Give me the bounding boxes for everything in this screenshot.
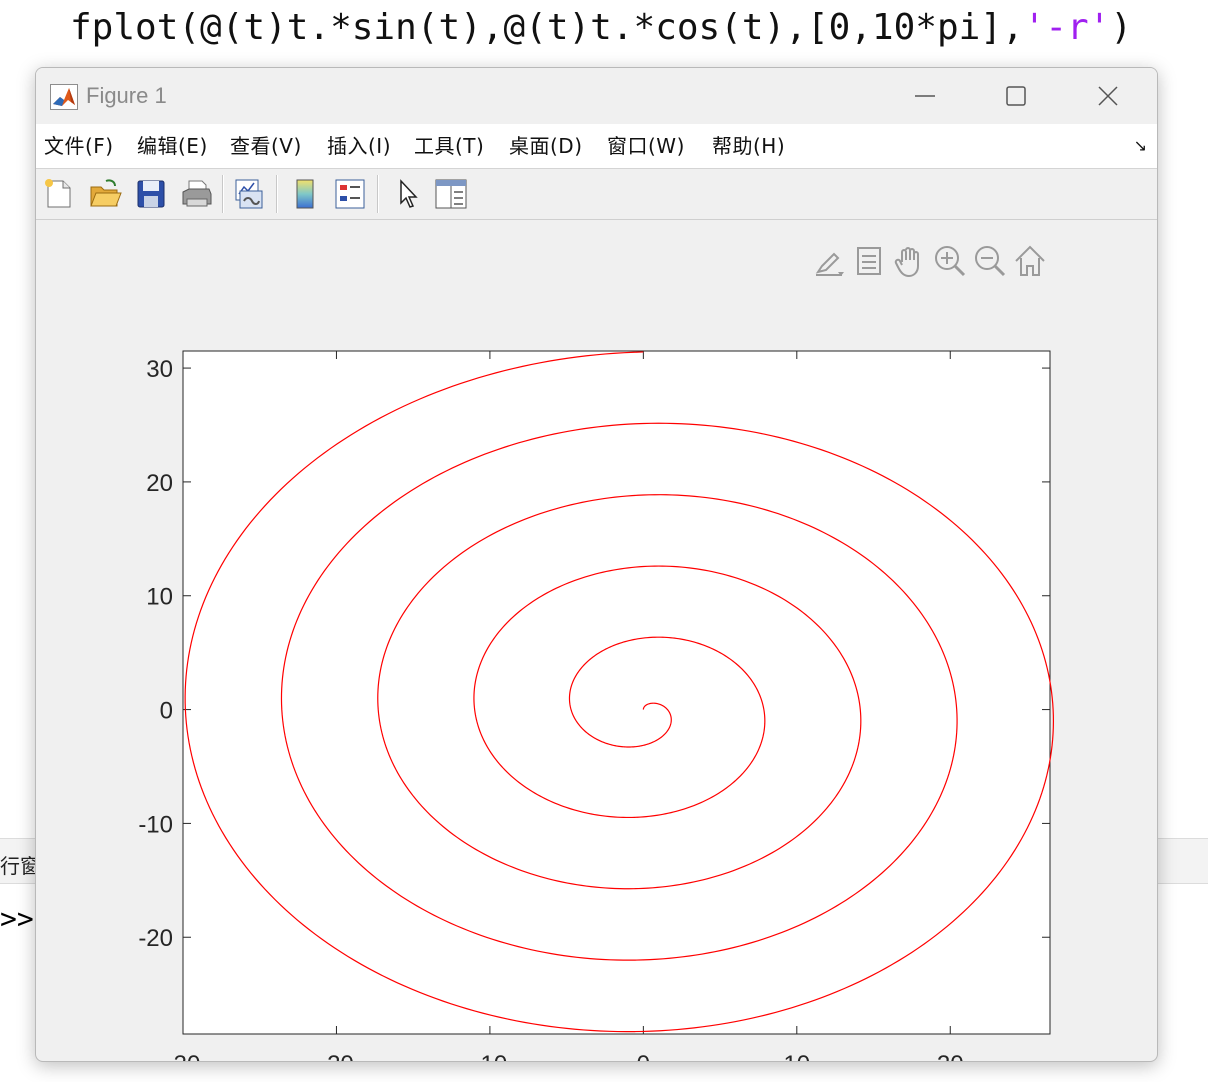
axes-box[interactable] (182, 350, 1051, 1035)
y-tick-label: -20 (138, 925, 173, 952)
dock-arrow-icon[interactable]: ↘ (1134, 136, 1147, 155)
link-plot-icon[interactable] (232, 177, 266, 211)
command-line-text: fplot(@(t)t.*sin(t),@(t)t.*cos(t),[0,10*… (70, 4, 1132, 52)
y-tick-label: 10 (146, 584, 173, 611)
menu-bar: 文件(F) 编辑(E) 查看(V) 插入(I) 工具(T) 桌面(D) 窗口(W… (36, 124, 1157, 168)
command-window-label: 行窗 (0, 854, 40, 878)
menu-desktop[interactable]: 桌面(D) (509, 132, 583, 160)
maximize-icon (1006, 86, 1026, 106)
menu-help[interactable]: 帮助(H) (712, 132, 785, 160)
colorbar-icon[interactable] (288, 177, 322, 211)
x-tick-label: -30 (166, 1051, 201, 1061)
minimize-button[interactable] (880, 68, 970, 124)
x-tick-label: 10 (783, 1051, 810, 1061)
save-icon[interactable] (134, 177, 168, 211)
window-title: Figure 1 (86, 83, 167, 108)
menu-file[interactable]: 文件(F) (44, 132, 114, 160)
y-tick-label: 30 (146, 356, 173, 383)
toolbar-separator (222, 175, 224, 213)
y-tick-label: 20 (146, 470, 173, 497)
command-prompt[interactable]: >> (0, 902, 34, 935)
open-file-icon[interactable] (88, 177, 122, 211)
menu-insert[interactable]: 插入(I) (327, 132, 391, 160)
command-suffix: ) (1110, 7, 1133, 48)
menu-tools[interactable]: 工具(T) (414, 132, 484, 160)
maximize-button[interactable] (971, 68, 1061, 124)
x-tick-label: -10 (473, 1051, 508, 1061)
y-tick-label: -10 (138, 811, 173, 838)
print-icon[interactable] (180, 177, 214, 211)
x-tick-label: 20 (937, 1051, 964, 1061)
toolbar-separator (377, 175, 379, 213)
figure-toolbar (36, 168, 1157, 220)
x-tick-label: 0 (637, 1051, 650, 1061)
edit-plot-arrow-icon[interactable] (391, 177, 425, 211)
close-button[interactable] (1063, 68, 1153, 124)
matlab-logo-icon (50, 84, 78, 110)
new-figure-icon[interactable] (42, 177, 76, 211)
menu-view[interactable]: 查看(V) (230, 132, 302, 160)
minimize-icon (915, 95, 935, 97)
close-icon (1098, 86, 1118, 106)
menu-edit[interactable]: 编辑(E) (137, 132, 208, 160)
command-prefix: fplot(@(t)t.*sin(t),@(t)t.*cos(t),[0,10*… (70, 7, 1024, 48)
y-tick-label: 0 (160, 698, 173, 725)
legend-icon[interactable] (333, 177, 367, 211)
figure-window: Figure 1 文件(F) 编辑(E) 查看(V) 插入(I) 工具(T) 桌… (35, 67, 1158, 1062)
property-inspector-icon[interactable] (434, 177, 468, 211)
x-tick-label: -20 (319, 1051, 354, 1061)
figure-canvas: -30 -20 -10 0 10 20 -20 -10 0 10 20 30 (138, 350, 1055, 1061)
command-string-arg: '-r' (1023, 7, 1111, 48)
menu-window[interactable]: 窗口(W) (607, 132, 685, 160)
title-bar[interactable]: Figure 1 (36, 68, 1157, 124)
toolbar-separator (276, 175, 278, 213)
